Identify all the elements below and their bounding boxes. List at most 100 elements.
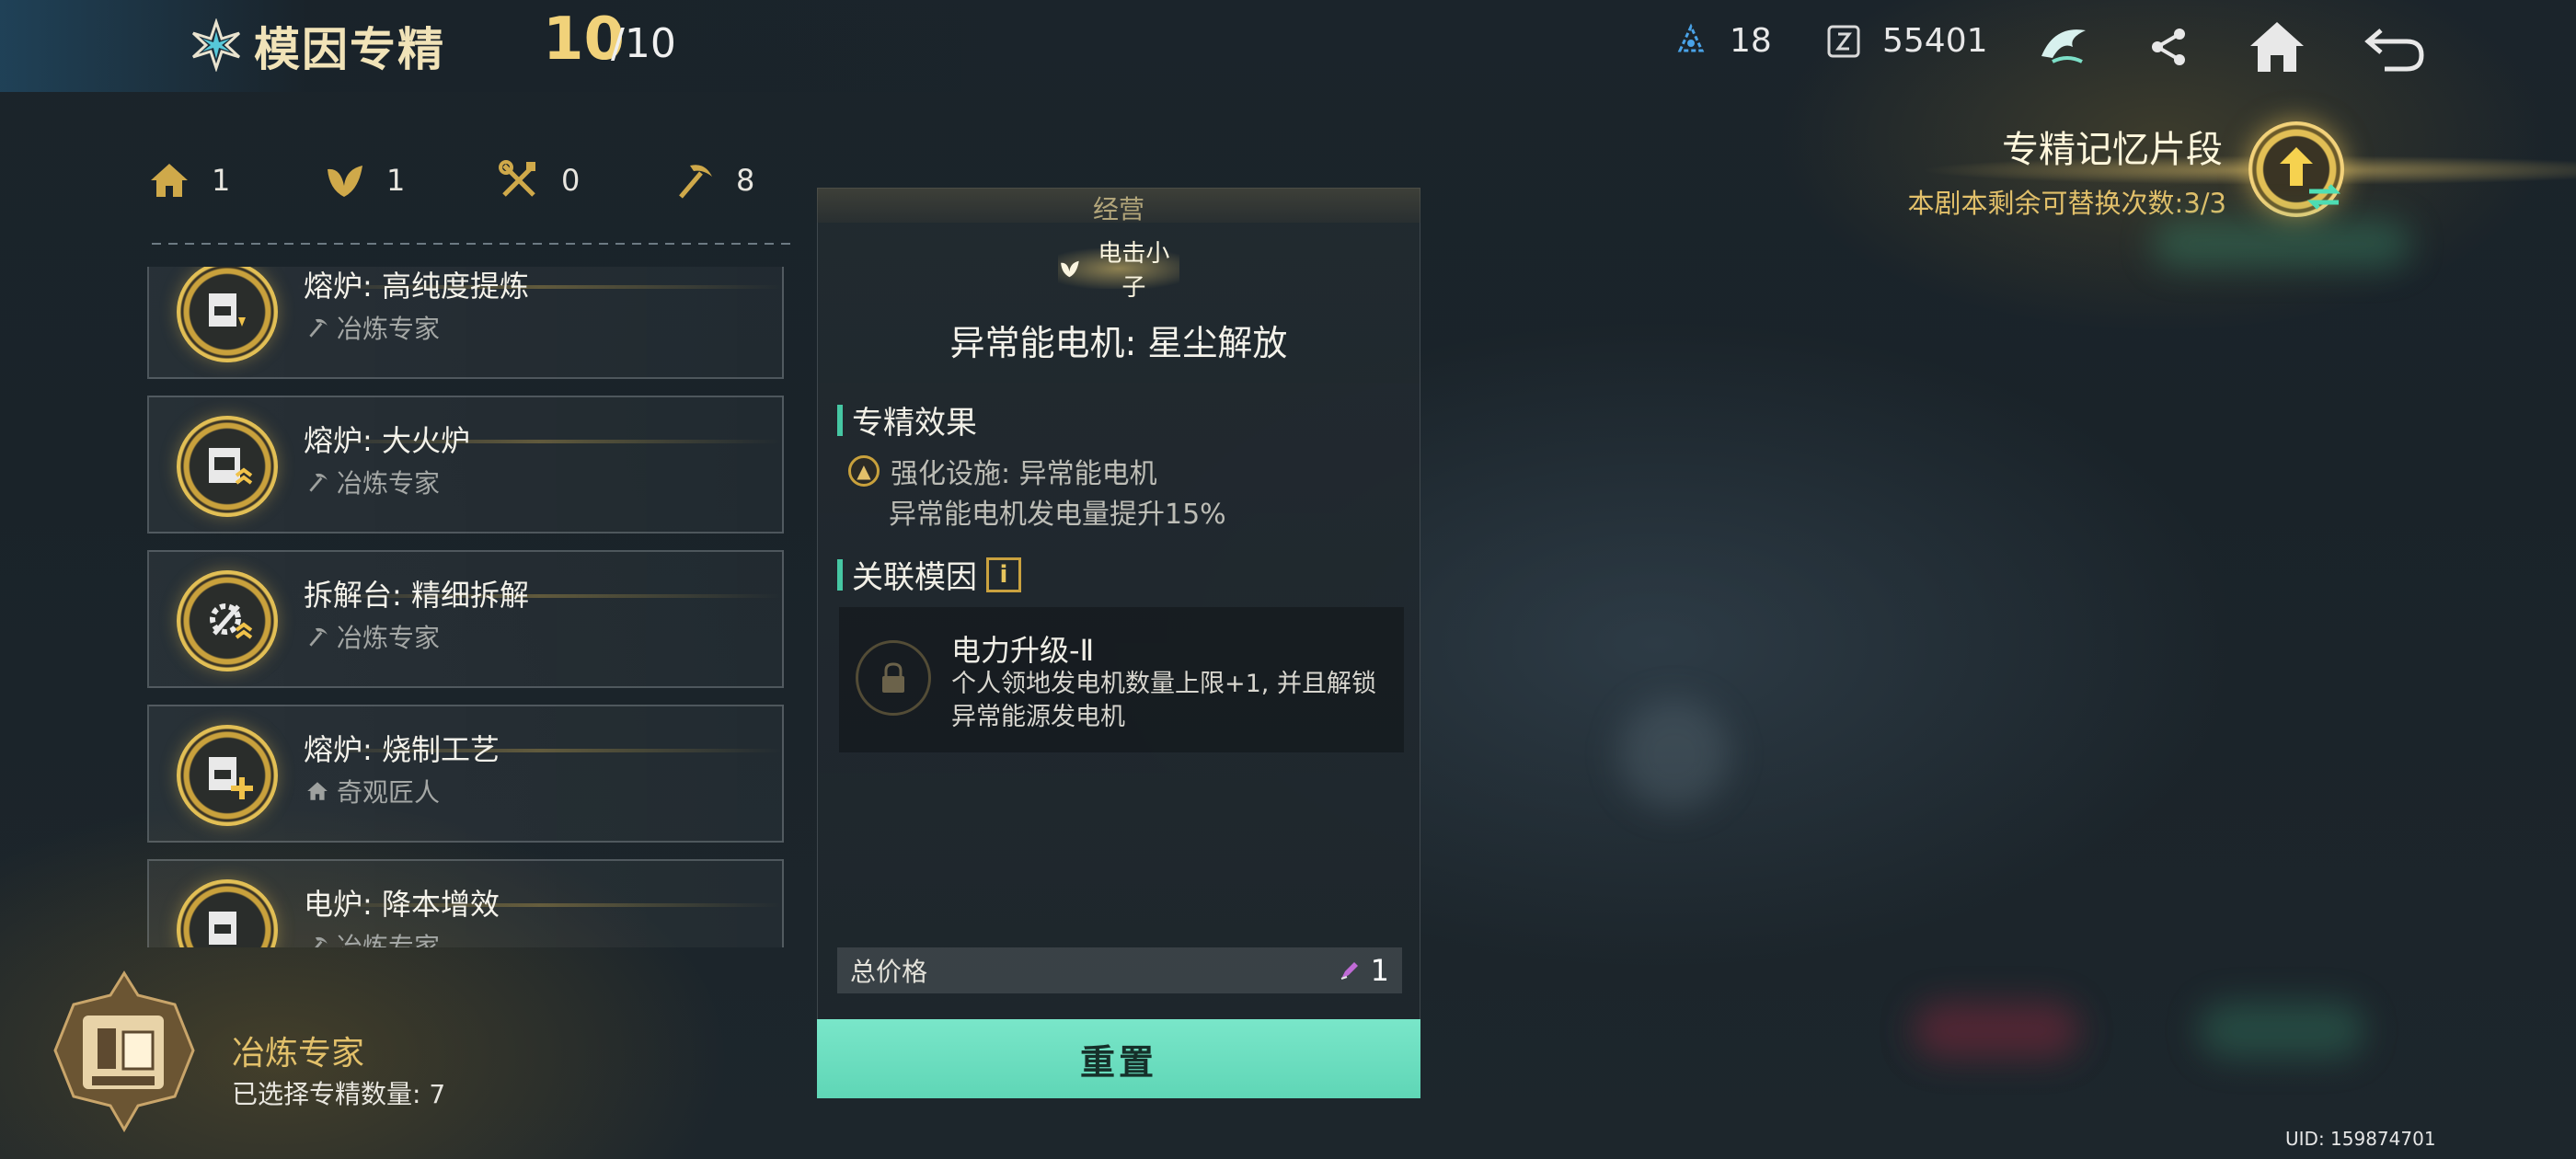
specialization-list[interactable]: 熔炉: 高纯度提炼 冶炼专家 熔炉: 大火炉 冶炼专家 拆解台: 精细拆解 冶炼… xyxy=(147,267,784,947)
list-item-tag-label: 冶炼专家 xyxy=(337,623,441,653)
home-button[interactable] xyxy=(2245,15,2309,79)
background-blur xyxy=(1619,699,1730,809)
related-heading: 关联模因 i xyxy=(837,552,1021,597)
list-item[interactable]: 拆解台: 精细拆解 冶炼专家 xyxy=(147,550,784,688)
specialty-selected-count: 已选择专精数量: 7 xyxy=(232,1079,446,1109)
pen-currency-icon xyxy=(1340,962,1358,980)
furnace-icon xyxy=(209,448,253,485)
firing-badge-icon xyxy=(177,725,278,826)
related-gene-name: 电力升级-Ⅱ xyxy=(951,633,1095,668)
specialty-name: 冶炼专家 xyxy=(232,1035,365,1073)
list-item-tag: 奇观匠人 xyxy=(305,773,440,809)
lock-icon xyxy=(856,640,931,716)
back-arrow-icon xyxy=(2364,29,2424,72)
leaf-icon xyxy=(1061,260,1079,278)
crystal-icon xyxy=(1677,22,1705,52)
background-blur xyxy=(1914,1003,2079,1058)
list-divider xyxy=(152,243,796,245)
pickaxe-icon xyxy=(315,936,328,947)
detail-tag-label: 电击小子 xyxy=(1098,240,1170,302)
stat-tools: 0 xyxy=(497,158,672,202)
total-price-value: 1 xyxy=(1338,953,1389,988)
total-price-row: 总价格 1 xyxy=(837,947,1402,993)
furnace-icon xyxy=(209,293,246,327)
specialization-total: /10 xyxy=(611,20,676,67)
upgrade-arrow-icon: ▲ xyxy=(848,455,880,487)
detail-category: 经营 xyxy=(1092,194,1144,224)
list-item[interactable]: 熔炉: 烧制工艺 奇观匠人 xyxy=(147,705,784,843)
disassembly-badge-icon xyxy=(177,570,278,671)
stat-house: 1 xyxy=(147,158,322,202)
related-heading-label: 关联模因 xyxy=(852,559,977,596)
share-icon xyxy=(2152,29,2185,65)
list-item-tag: 冶炼专家 xyxy=(305,618,440,655)
effect-line-1-text: 强化设施: 异常能电机 xyxy=(891,458,1157,490)
heading-accent-bar xyxy=(837,558,843,591)
bird-emblem-icon xyxy=(2041,29,2086,63)
list-item[interactable]: 电炉: 降本增效 冶炼专家 xyxy=(147,859,784,947)
pickaxe-icon xyxy=(679,165,712,199)
resource-crystal: 18 xyxy=(1673,22,1772,60)
faction-button[interactable] xyxy=(2031,15,2096,79)
effect-line-1: ▲ 强化设施: 异常能电机 xyxy=(848,451,1157,491)
home-icon xyxy=(2250,22,2304,72)
page-title: 模因专精 xyxy=(254,23,445,76)
gear-hammer-icon xyxy=(210,603,253,639)
stat-tools-value: 0 xyxy=(561,163,581,198)
effect-line-2: 异常能电机发电量提升15% xyxy=(889,499,1226,531)
pickaxe-icon xyxy=(309,473,328,492)
memory-fragment-button[interactable] xyxy=(2248,121,2344,217)
furnace-badge-icon xyxy=(177,267,278,362)
background-blur xyxy=(2153,221,2410,267)
swap-icon xyxy=(2306,184,2341,210)
leaf-icon xyxy=(328,166,362,197)
pickaxe-icon xyxy=(309,627,328,647)
resource-coin: 55401 xyxy=(1825,22,1988,60)
detail-tag: 电击小子 xyxy=(1058,240,1179,302)
tools-icon xyxy=(499,160,535,197)
stats-row: 1 1 0 8 xyxy=(147,158,846,202)
detail-title: 异常能电机: 星尘解放 xyxy=(949,323,1288,363)
list-item-tag-label: 冶炼专家 xyxy=(337,314,441,344)
big-furnace-badge-icon xyxy=(177,416,278,517)
background-blur xyxy=(2199,1003,2364,1058)
back-button[interactable] xyxy=(2363,15,2427,79)
stat-leaf-value: 1 xyxy=(386,163,406,198)
list-item-name: 熔炉: 高纯度提炼 xyxy=(304,269,529,304)
list-item-tag: 冶炼专家 xyxy=(305,309,440,346)
total-price-number: 1 xyxy=(1370,953,1389,988)
list-item-tag-label: 冶炼专家 xyxy=(337,932,441,947)
list-item-tag: 冶炼专家 xyxy=(305,927,440,947)
furnace-icon xyxy=(209,912,236,945)
stat-leaf: 1 xyxy=(322,158,497,202)
stat-pickaxe-value: 8 xyxy=(736,163,755,198)
list-item[interactable]: 熔炉: 大火炉 冶炼专家 xyxy=(147,396,784,534)
reset-button[interactable]: 重置 xyxy=(817,1019,1420,1098)
furnace-icon xyxy=(209,757,253,799)
house-icon xyxy=(307,782,328,800)
heading-accent-bar xyxy=(837,404,843,436)
resource-crystal-value: 18 xyxy=(1730,22,1772,60)
list-item-tag-label: 奇观匠人 xyxy=(337,777,441,808)
smelting-expert-emblem-icon[interactable] xyxy=(46,968,202,1133)
list-item-name: 电炉: 降本增效 xyxy=(304,887,500,922)
memory-fragments-title: 专精记忆片段 xyxy=(2002,129,2223,171)
stat-house-value: 1 xyxy=(212,163,231,198)
list-item-name: 熔炉: 大火炉 xyxy=(304,423,470,458)
electric-furnace-badge-icon xyxy=(177,879,278,947)
related-gene-description: 个人领地发电机数量上限+1, 并且解锁异常能源发电机 xyxy=(951,670,1376,731)
resource-coin-value: 55401 xyxy=(1882,22,1988,60)
list-item-tag-label: 冶炼专家 xyxy=(337,468,441,499)
info-icon[interactable]: i xyxy=(986,557,1021,592)
house-icon xyxy=(151,164,188,197)
pickaxe-icon xyxy=(309,318,328,338)
coin-icon xyxy=(1827,25,1860,57)
memeplex-logo-icon xyxy=(191,18,241,72)
list-item-tag: 冶炼专家 xyxy=(305,464,440,500)
share-button[interactable] xyxy=(2136,15,2201,79)
effect-heading-label: 专精效果 xyxy=(852,405,977,442)
list-item[interactable]: 熔炉: 高纯度提炼 冶炼专家 xyxy=(147,267,784,379)
user-id: UID: 159874701 xyxy=(2285,1128,2436,1150)
list-item-name: 熔炉: 烧制工艺 xyxy=(304,732,500,767)
list-item-name: 拆解台: 精细拆解 xyxy=(304,578,529,613)
